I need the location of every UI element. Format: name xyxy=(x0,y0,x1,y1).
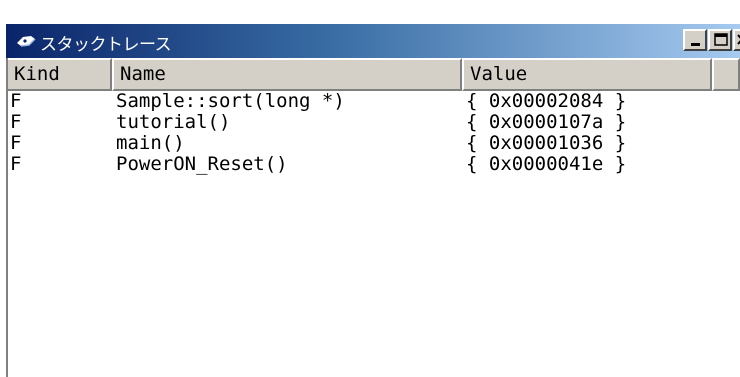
row-value: { 0x00001036 } xyxy=(466,132,627,154)
maximize-button[interactable] xyxy=(708,29,732,51)
table-row[interactable]: F main() { 0x00001036 } xyxy=(6,133,740,154)
row-value: { 0x0000041e } xyxy=(466,153,627,175)
row-name: main() xyxy=(116,132,185,154)
minimize-icon xyxy=(691,43,700,46)
table-row[interactable]: F PowerON_Reset() { 0x0000041e } xyxy=(6,154,740,175)
column-header-kind[interactable]: Kind xyxy=(6,58,112,91)
row-name: PowerON_Reset() xyxy=(116,153,288,175)
row-value: { 0x0000107a } xyxy=(466,111,627,133)
row-kind: F xyxy=(10,111,22,133)
column-header-value[interactable]: Value xyxy=(462,58,712,91)
row-value: { 0x00002084 } xyxy=(466,90,627,112)
table-row[interactable]: F tutorial() { 0x0000107a } xyxy=(6,112,740,133)
minimize-button[interactable] xyxy=(683,29,707,51)
table-row[interactable]: F Sample::sort(long *) { 0x00002084 } xyxy=(6,91,740,112)
column-header-filler xyxy=(712,58,740,91)
maximize-icon xyxy=(714,33,728,46)
stack-trace-list: F Sample::sort(long *) { 0x00002084 } F … xyxy=(6,91,740,175)
row-name: tutorial() xyxy=(116,111,231,133)
row-kind: F xyxy=(10,153,22,175)
column-header-bar: Kind Name Value xyxy=(6,58,740,91)
window-title: スタックトレース xyxy=(40,35,172,55)
row-kind: F xyxy=(10,90,22,112)
column-header-name[interactable]: Name xyxy=(112,58,462,91)
title-bar[interactable]: スタックトレース xyxy=(6,24,740,58)
close-button[interactable] xyxy=(733,29,740,51)
row-kind: F xyxy=(10,132,22,154)
row-name: Sample::sort(long *) xyxy=(116,90,345,112)
stack-trace-icon xyxy=(16,32,36,50)
